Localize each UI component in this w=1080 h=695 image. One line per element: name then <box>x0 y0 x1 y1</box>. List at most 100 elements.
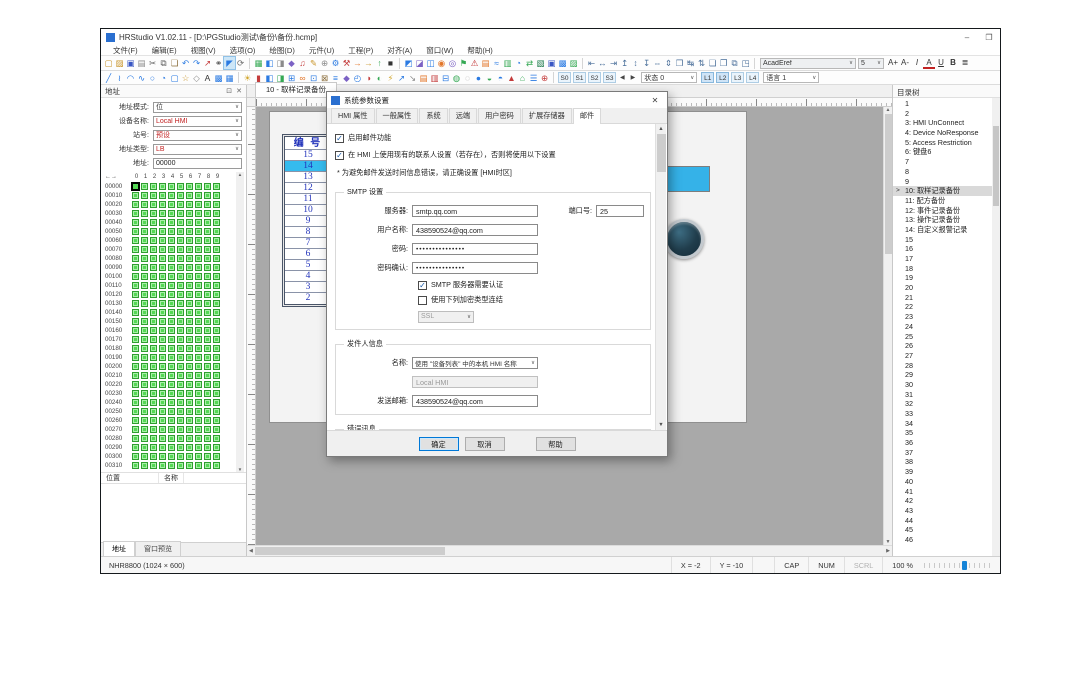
space-horizontal-icon[interactable]: ↹ <box>685 57 696 69</box>
tree-item-38[interactable]: 38 <box>893 457 992 467</box>
address-cell[interactable] <box>150 201 157 208</box>
address-cell[interactable] <box>150 462 157 469</box>
address-cell[interactable] <box>141 336 148 343</box>
address-cell[interactable] <box>168 309 175 316</box>
address-cell[interactable] <box>204 327 211 334</box>
address-cell[interactable] <box>213 264 220 271</box>
copy-icon[interactable]: ⧉ <box>158 57 169 69</box>
tree-item-6[interactable]: 6: 键盘6 <box>893 147 992 157</box>
address-cell[interactable] <box>204 372 211 379</box>
tree-item-22[interactable]: 22 <box>893 302 992 312</box>
address-cell[interactable] <box>177 237 184 244</box>
address-cell[interactable] <box>204 390 211 397</box>
font-increase-button[interactable]: A+ <box>887 57 899 69</box>
address-cell[interactable] <box>141 363 148 370</box>
address-cell[interactable] <box>177 201 184 208</box>
address-cell[interactable] <box>132 381 139 388</box>
polyline-icon[interactable]: ≀ <box>114 72 125 84</box>
tool-options-icon[interactable]: ⚒ <box>341 57 352 69</box>
address-cell[interactable] <box>213 327 220 334</box>
dialog-scroll-thumb[interactable] <box>657 134 666 172</box>
address-cell[interactable] <box>150 444 157 451</box>
tree-item-15[interactable]: 15 <box>893 235 992 245</box>
address-cell[interactable] <box>177 282 184 289</box>
tree-item-32[interactable]: 32 <box>893 399 992 409</box>
scroll-up-icon[interactable]: ▲ <box>658 126 663 132</box>
font-family-select[interactable]: AcadEref∨ <box>760 58 856 69</box>
scheduler-icon[interactable]: ◔ <box>513 57 524 69</box>
language-select[interactable]: 语言 1∨ <box>763 72 819 83</box>
address-cell[interactable] <box>177 264 184 271</box>
address-cell[interactable] <box>159 228 166 235</box>
address-cell[interactable] <box>186 426 193 433</box>
address-cell[interactable] <box>177 345 184 352</box>
address-cell[interactable] <box>159 390 166 397</box>
rotate-icon[interactable]: ⟳ <box>235 57 246 69</box>
address-cell[interactable] <box>186 399 193 406</box>
address-cell[interactable] <box>177 435 184 442</box>
address-cell[interactable] <box>132 462 139 469</box>
address-cell[interactable] <box>132 426 139 433</box>
address-cell[interactable] <box>168 237 175 244</box>
address-cell[interactable] <box>195 282 202 289</box>
number-row[interactable]: 9 <box>285 216 331 227</box>
address-cell[interactable] <box>168 300 175 307</box>
circle-icon[interactable]: ○ <box>147 72 158 84</box>
address-cell[interactable] <box>213 453 220 460</box>
address-cell[interactable] <box>168 354 175 361</box>
address-cell[interactable] <box>141 417 148 424</box>
address-cell[interactable] <box>132 444 139 451</box>
address-cell[interactable] <box>213 354 220 361</box>
tree-item-37[interactable]: 37 <box>893 448 992 458</box>
tree-item-4[interactable]: 4: Device NoResponse <box>893 128 992 138</box>
address-cell[interactable] <box>150 291 157 298</box>
scroll-down-icon[interactable]: ▼ <box>658 422 663 428</box>
undo-icon[interactable]: ↶ <box>180 57 191 69</box>
state-s0-button[interactable]: S0 <box>558 72 571 83</box>
align-bottom-icon[interactable]: ↧ <box>641 57 652 69</box>
address-cell[interactable] <box>150 255 157 262</box>
cancel-button[interactable]: 取消 <box>465 437 505 451</box>
dialog-tab-6[interactable]: 邮件 <box>573 108 601 124</box>
tree-item-23[interactable]: 23 <box>893 312 992 322</box>
address-cell[interactable] <box>204 273 211 280</box>
address-cell[interactable] <box>186 372 193 379</box>
address-cell[interactable] <box>159 372 166 379</box>
circular-trend-icon[interactable]: ◍ <box>451 72 462 84</box>
address-cell[interactable] <box>186 237 193 244</box>
address-cell[interactable] <box>141 390 148 397</box>
address-cell[interactable] <box>168 210 175 217</box>
address-cell[interactable] <box>159 255 166 262</box>
menu-item-7[interactable]: 对齐(A) <box>380 45 419 56</box>
address-cell[interactable] <box>141 237 148 244</box>
address-cell[interactable] <box>132 264 139 271</box>
pointer-icon[interactable]: ▲ <box>506 72 517 84</box>
address-cell[interactable] <box>213 426 220 433</box>
address-cell[interactable] <box>186 309 193 316</box>
address-cell[interactable] <box>132 201 139 208</box>
system-parameter-icon[interactable]: ⚙ <box>330 57 341 69</box>
address-cell[interactable] <box>186 273 193 280</box>
tree-item-13[interactable]: 13: 操作记录备份 <box>893 215 992 225</box>
menu-item-0[interactable]: 文件(F) <box>106 45 145 56</box>
address-cell[interactable] <box>150 327 157 334</box>
tree-item-17[interactable]: 17 <box>893 254 992 264</box>
address-cell[interactable] <box>195 363 202 370</box>
pie-chart-icon[interactable]: ◑ <box>363 72 374 84</box>
data-sampling-icon[interactable]: ≈ <box>491 57 502 69</box>
recipe-icon[interactable]: ▥ <box>502 57 513 69</box>
meter-icon[interactable]: ◴ <box>352 72 363 84</box>
address-cell[interactable] <box>204 183 211 190</box>
address-cell[interactable] <box>186 183 193 190</box>
state-next-button[interactable]: ▶ <box>628 74 639 81</box>
tree-item-30[interactable]: 30 <box>893 380 992 390</box>
zoom-slider[interactable] <box>924 561 990 570</box>
enable-mail-checkbox[interactable]: ✓ <box>335 134 344 143</box>
number-row[interactable]: 15 <box>285 150 331 161</box>
menu-item-4[interactable]: 绘图(D) <box>262 45 301 56</box>
tab-window-preview[interactable]: 窗口预览 <box>135 541 181 556</box>
address-cell[interactable] <box>204 246 211 253</box>
address-cell[interactable] <box>168 255 175 262</box>
address-cell[interactable] <box>204 453 211 460</box>
address-cell[interactable] <box>168 192 175 199</box>
